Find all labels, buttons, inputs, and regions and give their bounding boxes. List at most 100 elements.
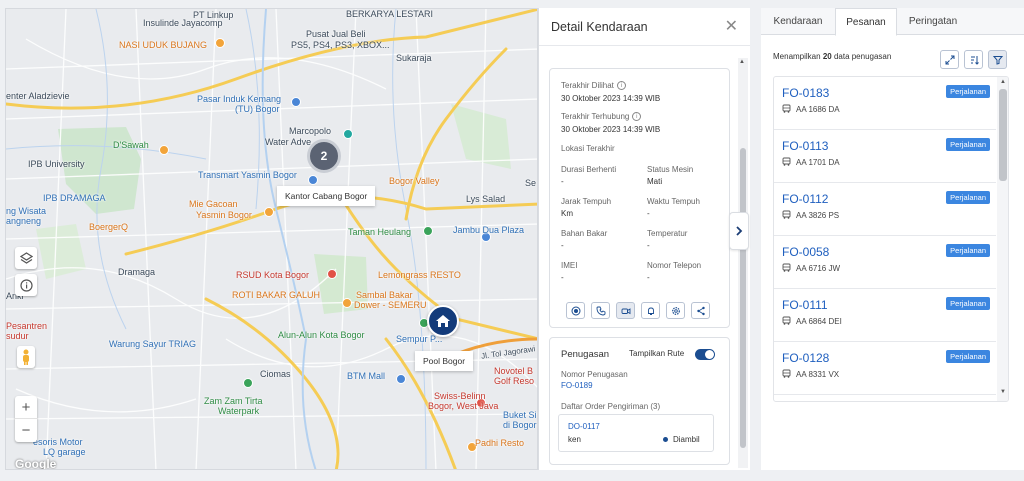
park-pin-icon[interactable] (243, 378, 253, 388)
map-label: BTM Mall (347, 371, 385, 381)
list-item[interactable]: FO-0058 Perjalanan AA 6716 JW (774, 236, 996, 289)
scroll-down-icon[interactable]: ▼ (1000, 389, 1006, 395)
map-label: Ciomas (260, 369, 291, 379)
food-pin-icon[interactable] (264, 207, 274, 217)
status-badge: Perjalanan (946, 85, 990, 98)
gear-icon (671, 306, 680, 315)
field-label: Waktu Tempuh (647, 197, 700, 206)
assignment-title: Penugasan (561, 349, 610, 360)
list-item[interactable]: FO-0113 Perjalanan AA 1701 DA (774, 130, 996, 183)
assignment-code[interactable]: FO-0128 (782, 351, 829, 365)
map-label: Dower - SEMERU (354, 300, 427, 310)
record-button[interactable] (566, 302, 585, 319)
pool-home-marker[interactable] (427, 305, 459, 337)
vehicle-plate: AA 3826 PS (796, 211, 840, 220)
zoom-in-button[interactable]: + (15, 396, 37, 419)
filter-button[interactable] (988, 50, 1007, 69)
list-item[interactable]: FO-0128 Perjalanan AA 8331 VX (774, 342, 996, 395)
field-value: - (647, 240, 650, 250)
last-seen-value: 30 Oktober 2023 14:39 WIB (561, 93, 661, 103)
map-label: Pusat Jual Beli (306, 29, 366, 39)
map-label: D'Sawah (113, 140, 149, 150)
info-icon[interactable]: i (632, 112, 642, 122)
scroll-up-icon[interactable]: ▲ (1000, 79, 1006, 85)
settings-button[interactable] (666, 302, 685, 319)
video-button[interactable] (616, 302, 635, 319)
close-icon[interactable]: ✕ (725, 18, 738, 35)
expand-button[interactable] (940, 50, 959, 69)
map-label: Waterpark (218, 406, 260, 416)
map-info-button[interactable] (15, 274, 37, 296)
assignment-number-link[interactable]: FO-0189 (561, 381, 593, 390)
assignment-list-panel: Kendaraan Pesanan Peringatan Menampilkan… (761, 8, 1024, 470)
list-item[interactable]: FO-0112 Perjalanan AA 3826 PS (774, 183, 996, 236)
food-pin-icon[interactable] (159, 145, 169, 155)
call-button[interactable] (591, 302, 610, 319)
bus-icon (782, 210, 791, 219)
info-icon[interactable]: i (616, 81, 626, 91)
tab-pesanan[interactable]: Pesanan (835, 8, 897, 36)
shop-pin-icon[interactable] (291, 97, 301, 107)
food-pin-icon[interactable] (215, 38, 225, 48)
park-pin-icon[interactable] (423, 226, 433, 236)
show-route-toggle[interactable] (695, 349, 715, 360)
info-icon (19, 278, 33, 292)
shop-pin-icon[interactable] (396, 374, 406, 384)
vehicle-plate: AA 1701 DA (796, 158, 840, 167)
map-layers-button[interactable] (15, 247, 37, 269)
field-label: IMEI (561, 261, 578, 270)
result-count-prefix: Menampilkan (773, 52, 823, 61)
map[interactable]: PT Linkup Insulinde Jayacomp BERKARYA LE… (5, 8, 538, 470)
scrollbar-thumb[interactable] (999, 89, 1007, 181)
detail-scroll-area[interactable]: Terakhir Dilihat i 30 Oktober 2023 14:39 … (539, 56, 739, 470)
scroll-up-icon[interactable]: ▲ (739, 59, 745, 65)
map-label: Sambal Bakar (356, 290, 413, 300)
food-pin-icon[interactable] (342, 298, 352, 308)
assignment-code[interactable]: FO-0058 (782, 245, 829, 259)
share-button[interactable] (691, 302, 710, 319)
pegman-icon (23, 349, 29, 365)
assignment-list[interactable]: FO-0183 Perjalanan AA 1686 DA FO-0113 Pe… (773, 76, 1009, 402)
field-label: Bahan Bakar (561, 229, 608, 238)
alarm-button[interactable] (641, 302, 660, 319)
list-item[interactable]: FO-0183 Perjalanan AA 1686 DA (774, 77, 996, 130)
orders-label: Daftar Order Pengiriman (3) (561, 402, 661, 411)
zoom-out-button[interactable]: − (15, 419, 37, 442)
park-pin-icon[interactable] (343, 129, 353, 139)
result-count-value: 20 (822, 52, 832, 61)
scrollbar-thumb[interactable] (740, 148, 746, 448)
bus-icon (782, 316, 791, 325)
tab-peringatan[interactable]: Peringatan (897, 8, 969, 35)
map-label: Yasmin Bogor (196, 210, 252, 220)
shop-pin-icon[interactable] (308, 175, 318, 185)
collapse-panel-button[interactable] (729, 212, 749, 250)
app: PT Linkup Insulinde Jayacomp BERKARYA LE… (0, 0, 1024, 481)
status-badge: Perjalanan (946, 244, 990, 257)
field-label: Status Mesin (647, 165, 694, 174)
order-item[interactable]: DO-0117 ken Diambil (558, 414, 714, 452)
order-status-text: Diambil (673, 435, 700, 444)
street-view-pegman[interactable] (17, 346, 35, 368)
list-scrollbar[interactable]: ▲ ▼ (997, 77, 1008, 401)
list-item[interactable]: FO-0111 Perjalanan AA 6864 DEI (774, 289, 996, 342)
assignment-code[interactable]: FO-0112 (782, 192, 828, 206)
order-code[interactable]: DO-0117 (568, 422, 600, 431)
phone-icon (596, 306, 605, 315)
last-location-label: Lokasi Terakhir (561, 144, 615, 153)
map-label: NASI UDUK BUJANG (119, 40, 208, 50)
field-label: Nomor Telepon (647, 261, 702, 270)
assignment-code[interactable]: FO-0111 (782, 298, 828, 312)
field-label: Temperatur (647, 229, 688, 238)
tab-kendaraan[interactable]: Kendaraan (761, 8, 835, 35)
vehicle-cluster-marker[interactable]: 2 (307, 139, 341, 173)
google-logo: Google (15, 457, 57, 470)
field-value: - (561, 272, 564, 282)
field-value: - (561, 176, 564, 186)
vehicle-detail-panel: Detail Kendaraan ✕ Terakhir Dilihat i 30 … (538, 8, 750, 470)
hospital-pin-icon[interactable] (327, 269, 337, 279)
assignment-code[interactable]: FO-0113 (782, 139, 828, 153)
sort-button[interactable] (964, 50, 983, 69)
assignment-code[interactable]: FO-0183 (782, 86, 829, 100)
detail-scrollbar[interactable]: ▲ (738, 58, 748, 468)
field-value: - (647, 272, 650, 282)
